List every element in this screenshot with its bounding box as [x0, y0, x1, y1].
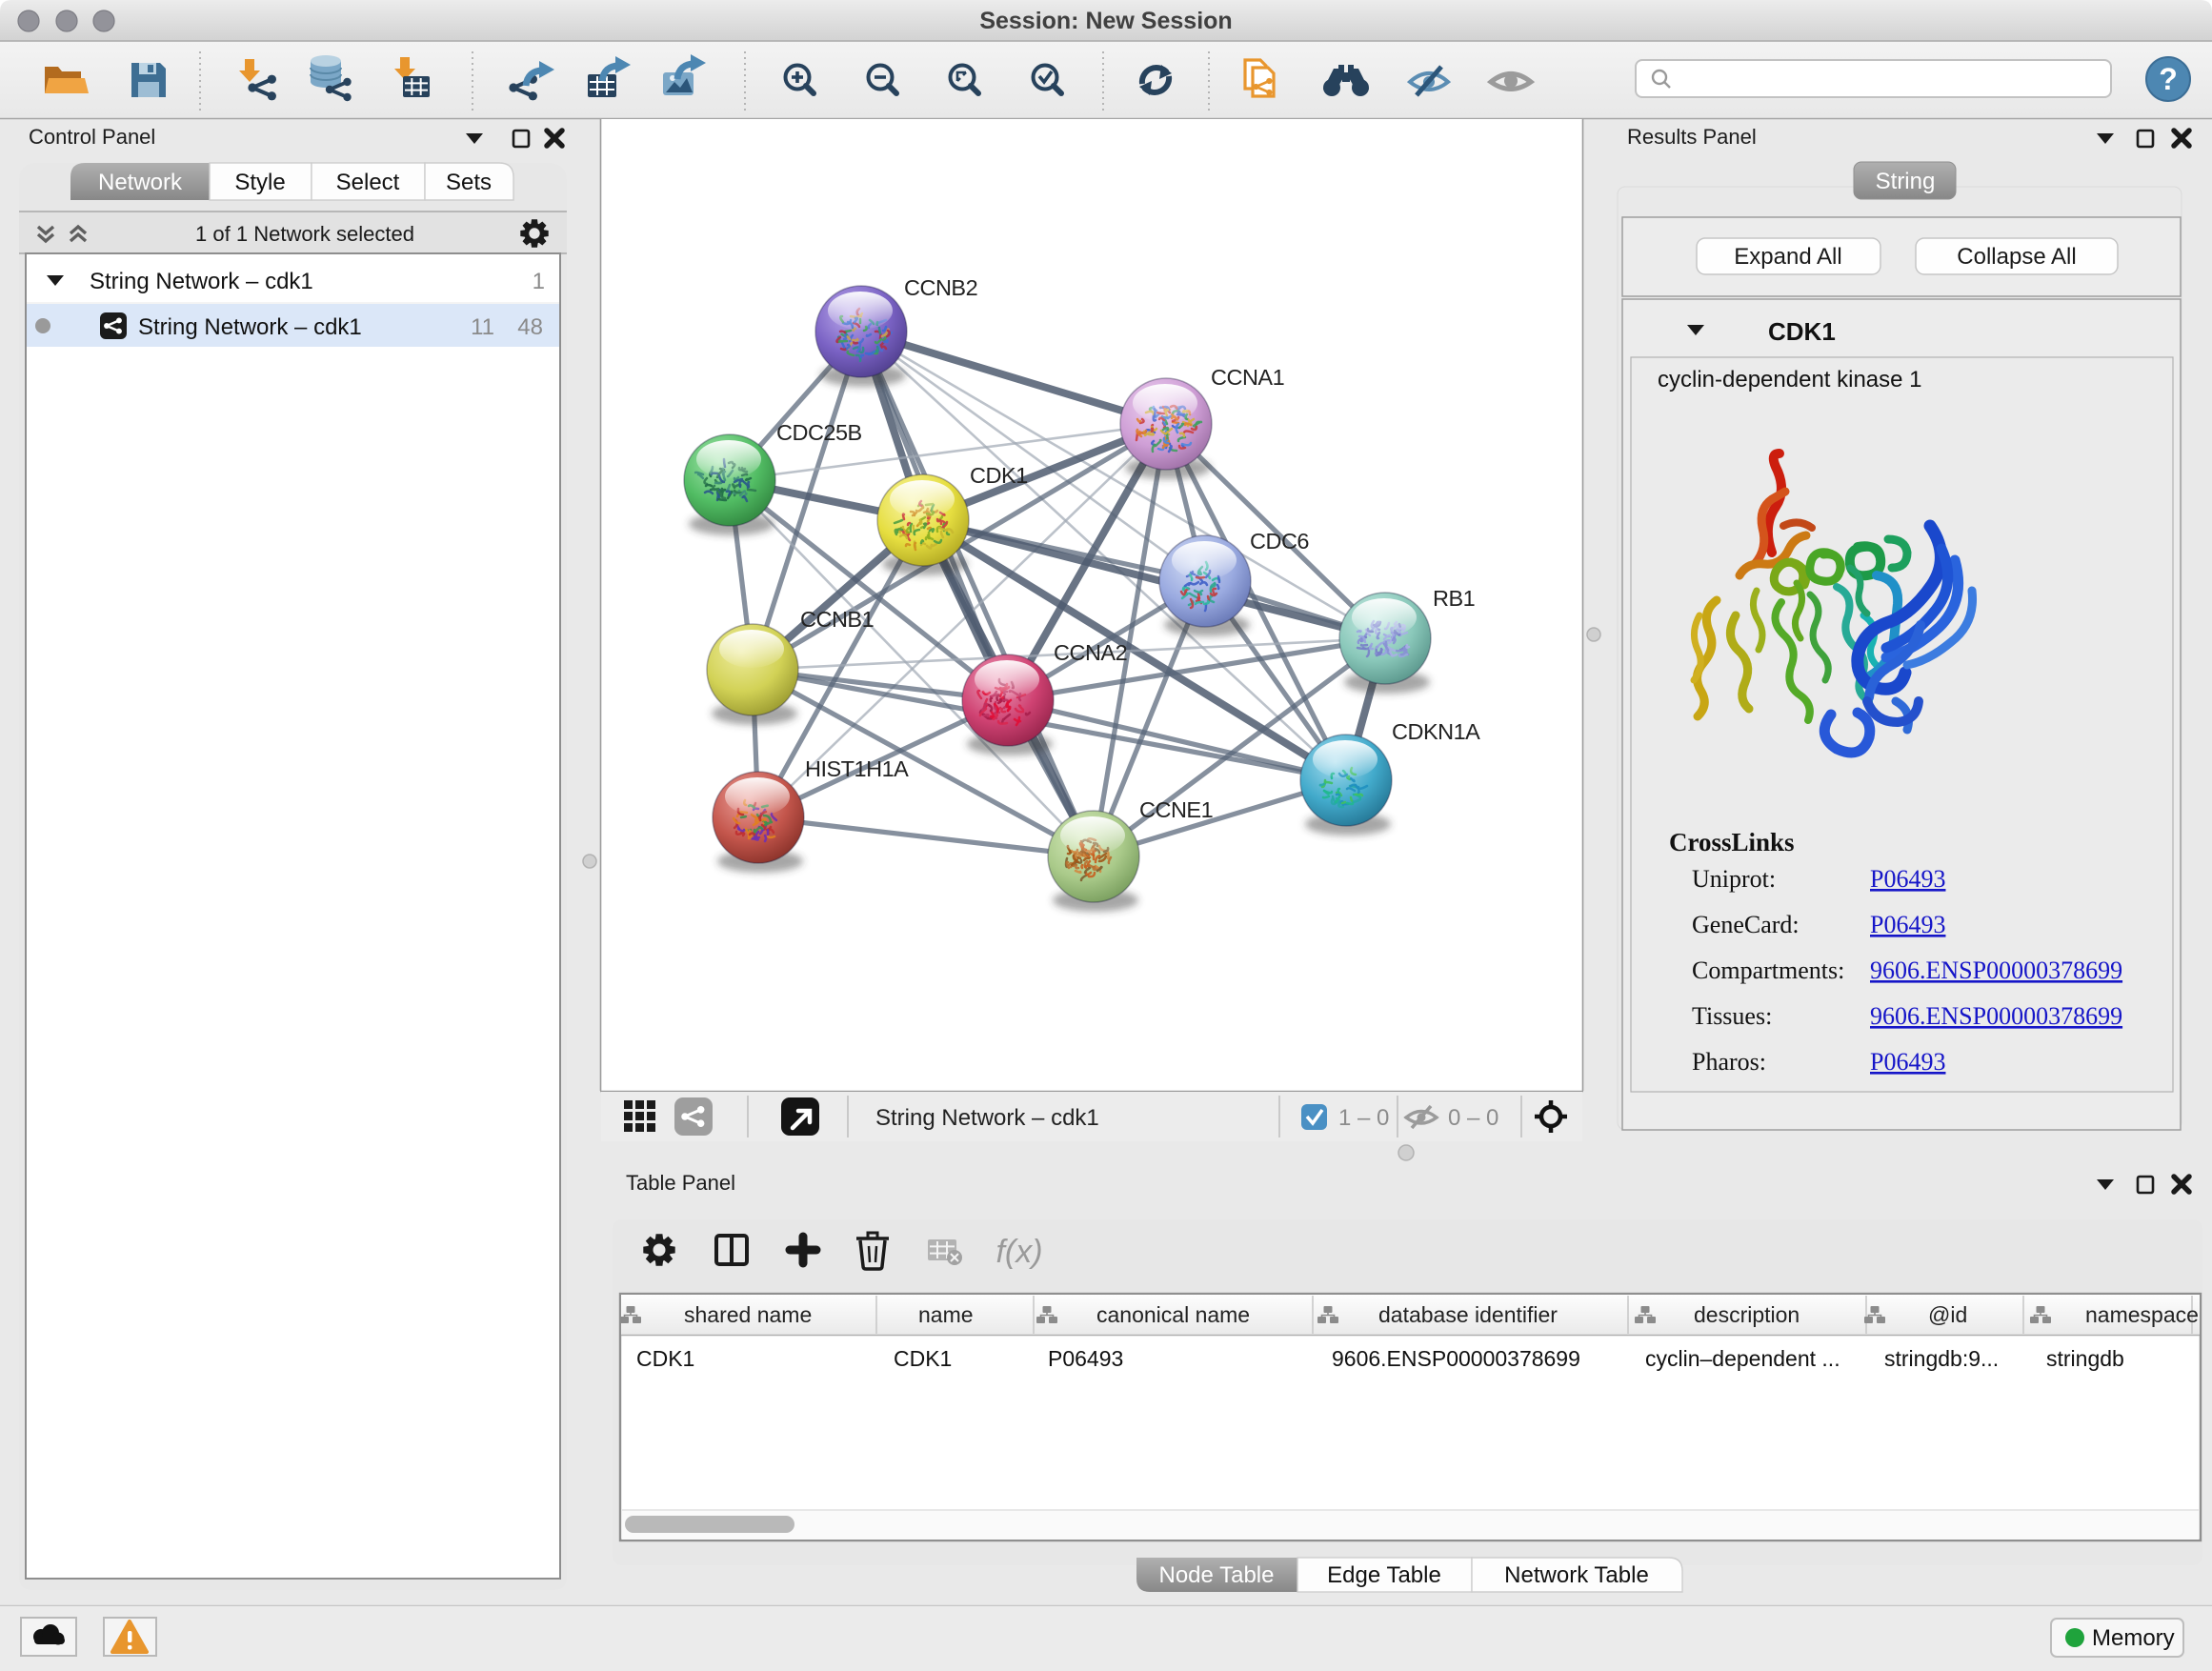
- svg-text:Select: Select: [336, 170, 400, 195]
- svg-text:CDK1: CDK1: [970, 463, 1028, 488]
- svg-text:Tissues:: Tissues:: [1692, 1002, 1772, 1030]
- svg-text:CCNB1: CCNB1: [800, 607, 874, 632]
- svg-text:String Network – cdk1: String Network – cdk1: [90, 269, 313, 294]
- svg-text:@id: @id: [1928, 1302, 1967, 1327]
- svg-text:stringdb: stringdb: [2046, 1346, 2124, 1371]
- svg-text:Style: Style: [234, 170, 285, 195]
- svg-text:CDC6: CDC6: [1250, 529, 1309, 554]
- svg-text:Session: New Session: Session: New Session: [979, 8, 1232, 34]
- svg-text:Sets: Sets: [446, 170, 492, 195]
- svg-text:9606.ENSP00000378699: 9606.ENSP00000378699: [1870, 956, 2122, 984]
- svg-text:CrossLinks: CrossLinks: [1669, 828, 1795, 856]
- svg-text:name: name: [918, 1302, 974, 1327]
- svg-text:CDC25B: CDC25B: [776, 420, 862, 445]
- svg-text:Control Panel: Control Panel: [29, 125, 155, 149]
- svg-text:String Network – cdk1: String Network – cdk1: [875, 1105, 1099, 1131]
- svg-text:HIST1H1A: HIST1H1A: [805, 756, 909, 781]
- svg-text:String Network – cdk1: String Network – cdk1: [138, 314, 362, 340]
- svg-text:Table Panel: Table Panel: [626, 1171, 735, 1195]
- svg-text:Collapse All: Collapse All: [1957, 244, 2076, 270]
- svg-text:stringdb:9...: stringdb:9...: [1884, 1346, 1999, 1371]
- svg-text:Compartments:: Compartments:: [1692, 956, 1844, 984]
- svg-text:48: 48: [517, 314, 543, 340]
- svg-text:CCNE1: CCNE1: [1139, 797, 1213, 822]
- svg-text:9606.ENSP00000378699: 9606.ENSP00000378699: [1870, 1002, 2122, 1030]
- svg-text:11: 11: [471, 314, 494, 340]
- svg-text:?: ?: [2159, 62, 2178, 96]
- svg-text:CCNA1: CCNA1: [1211, 365, 1284, 390]
- svg-text:P06493: P06493: [1870, 911, 1945, 938]
- svg-text:Results Panel: Results Panel: [1627, 125, 1757, 149]
- svg-text:1 of 1 Network selected: 1 of 1 Network selected: [195, 222, 414, 246]
- svg-text:Network: Network: [98, 170, 183, 195]
- svg-text:P06493: P06493: [1048, 1346, 1123, 1371]
- svg-text:1: 1: [533, 269, 545, 294]
- svg-text:Pharos:: Pharos:: [1692, 1048, 1766, 1076]
- svg-text:shared name: shared name: [684, 1302, 812, 1327]
- svg-text:Edge Table: Edge Table: [1327, 1562, 1441, 1588]
- svg-text:canonical name: canonical name: [1096, 1302, 1250, 1327]
- svg-text:description: description: [1694, 1302, 1800, 1327]
- svg-text:9606.ENSP00000378699: 9606.ENSP00000378699: [1332, 1346, 1580, 1371]
- svg-text:CDK1: CDK1: [636, 1346, 694, 1371]
- svg-text:GeneCard:: GeneCard:: [1692, 911, 1800, 938]
- svg-text:Expand All: Expand All: [1734, 244, 1841, 270]
- svg-text:0 – 0: 0 – 0: [1448, 1105, 1498, 1131]
- svg-text:RB1: RB1: [1433, 586, 1475, 611]
- svg-text:f(x): f(x): [995, 1234, 1042, 1270]
- svg-text:database identifier: database identifier: [1378, 1302, 1558, 1327]
- svg-text:CDKN1A: CDKN1A: [1392, 719, 1480, 744]
- svg-text:CDK1: CDK1: [894, 1346, 952, 1371]
- svg-text:1 – 0: 1 – 0: [1338, 1105, 1389, 1131]
- svg-text:Memory: Memory: [2092, 1625, 2175, 1651]
- svg-text:CDK1: CDK1: [1768, 317, 1836, 346]
- svg-text:CCNA2: CCNA2: [1054, 640, 1127, 665]
- svg-text:String: String: [1876, 169, 1936, 194]
- svg-text:P06493: P06493: [1870, 865, 1945, 893]
- svg-text:Uniprot:: Uniprot:: [1692, 865, 1776, 893]
- svg-text:cyclin–dependent ...: cyclin–dependent ...: [1645, 1346, 1840, 1371]
- svg-text:namespace: namespace: [2085, 1302, 2199, 1327]
- svg-text:P06493: P06493: [1870, 1048, 1945, 1076]
- svg-text:Node Table: Node Table: [1159, 1562, 1275, 1588]
- svg-text:cyclin-dependent kinase 1: cyclin-dependent kinase 1: [1658, 367, 1922, 393]
- svg-text:CCNB2: CCNB2: [904, 275, 977, 300]
- svg-text:Network Table: Network Table: [1504, 1562, 1649, 1588]
